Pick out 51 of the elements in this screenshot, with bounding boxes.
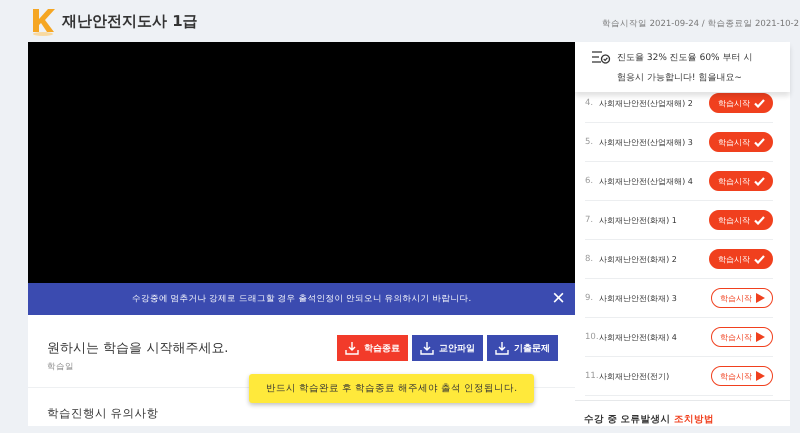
close-button[interactable]: × xyxy=(550,288,567,308)
chapter-title: 사회재난안전(전기) xyxy=(599,370,670,382)
start-button[interactable]: 학습시작 xyxy=(709,93,773,113)
section-heading: 학습진행시 유의사항 xyxy=(47,406,159,420)
chapter-number: 9. xyxy=(585,293,594,303)
download-icon xyxy=(420,341,434,355)
lesson-heading: 원하시는 학습을 시작해주세요. xyxy=(47,340,228,357)
chapter-number: 10. xyxy=(585,332,599,342)
start-button[interactable]: 학습시작 xyxy=(709,210,773,230)
chapter-title: 사회재난안전(화재) 2 xyxy=(599,254,678,264)
chapter-title: 사회재난안전(화재) 4 xyxy=(599,332,678,342)
start-button[interactable]: 학습시작 xyxy=(711,366,773,386)
course-dates: 학습시작일 2021-09-24 / 학습종료일 2021-10-2 xyxy=(602,18,799,30)
play-icon xyxy=(756,371,765,381)
start-button[interactable]: 학습시작 xyxy=(709,171,773,191)
chapter-number: 11. xyxy=(585,371,599,381)
play-icon xyxy=(756,293,765,303)
check-icon xyxy=(754,98,765,108)
help-heading: 수강 중 오류발생시 조치방법 xyxy=(584,414,714,425)
download-icon xyxy=(495,341,509,355)
chapter-title: 사회재난안전(산업재해) 2 xyxy=(599,98,694,108)
finish-button[interactable]: 학습종료 xyxy=(337,335,408,361)
download-button[interactable]: 교안파일 xyxy=(412,335,483,361)
progress-text: 진도율 32% 진도율 60% 부터 시험응시 가능합니다! 힘을내요~ xyxy=(617,52,754,85)
chapter-title: 사회재난안전(화재) 3 xyxy=(599,292,678,304)
chapter-number: 4. xyxy=(585,98,594,108)
notice-text: 수강중에 멈추거나 강제로 드래그할 경우 출석인정이 안되오니 유의하시기 바랍니다. xyxy=(132,293,472,305)
check-icon xyxy=(754,176,765,186)
chapter-number: 6. xyxy=(585,176,594,186)
start-button[interactable]: 학습시작 xyxy=(711,327,773,347)
checklist-icon xyxy=(591,50,611,64)
download-button[interactable]: 기출문제 xyxy=(487,335,558,361)
course-title: 재난안전지도사 1급 xyxy=(62,12,198,30)
start-button[interactable]: 학습시작 xyxy=(711,288,773,308)
chapter-title: 사회재난안전(산업재해) 3 xyxy=(599,136,694,148)
check-icon xyxy=(754,216,765,224)
chapter-number: 8. xyxy=(585,254,594,264)
chapter-title: 사회재난안전(화재) 1 xyxy=(599,214,678,226)
check-icon xyxy=(754,138,765,146)
start-button[interactable]: 학습시작 xyxy=(709,132,773,152)
check-icon xyxy=(754,254,765,264)
video-player[interactable] xyxy=(28,42,575,283)
download-icon xyxy=(345,341,359,355)
play-icon xyxy=(756,332,765,342)
lesson-subtitle: 학습일 xyxy=(47,361,75,373)
start-button[interactable]: 학습시작 xyxy=(709,249,773,269)
chapter-title: 사회재난안전(산업재해) 4 xyxy=(599,176,694,186)
logo-icon xyxy=(30,6,56,36)
chapter-number: 7. xyxy=(585,215,594,225)
chapter-number: 5. xyxy=(585,137,594,147)
tooltip: 반드시 학습완료 후 학습종료 해주세야 출석 인정됩니다. xyxy=(249,374,534,403)
